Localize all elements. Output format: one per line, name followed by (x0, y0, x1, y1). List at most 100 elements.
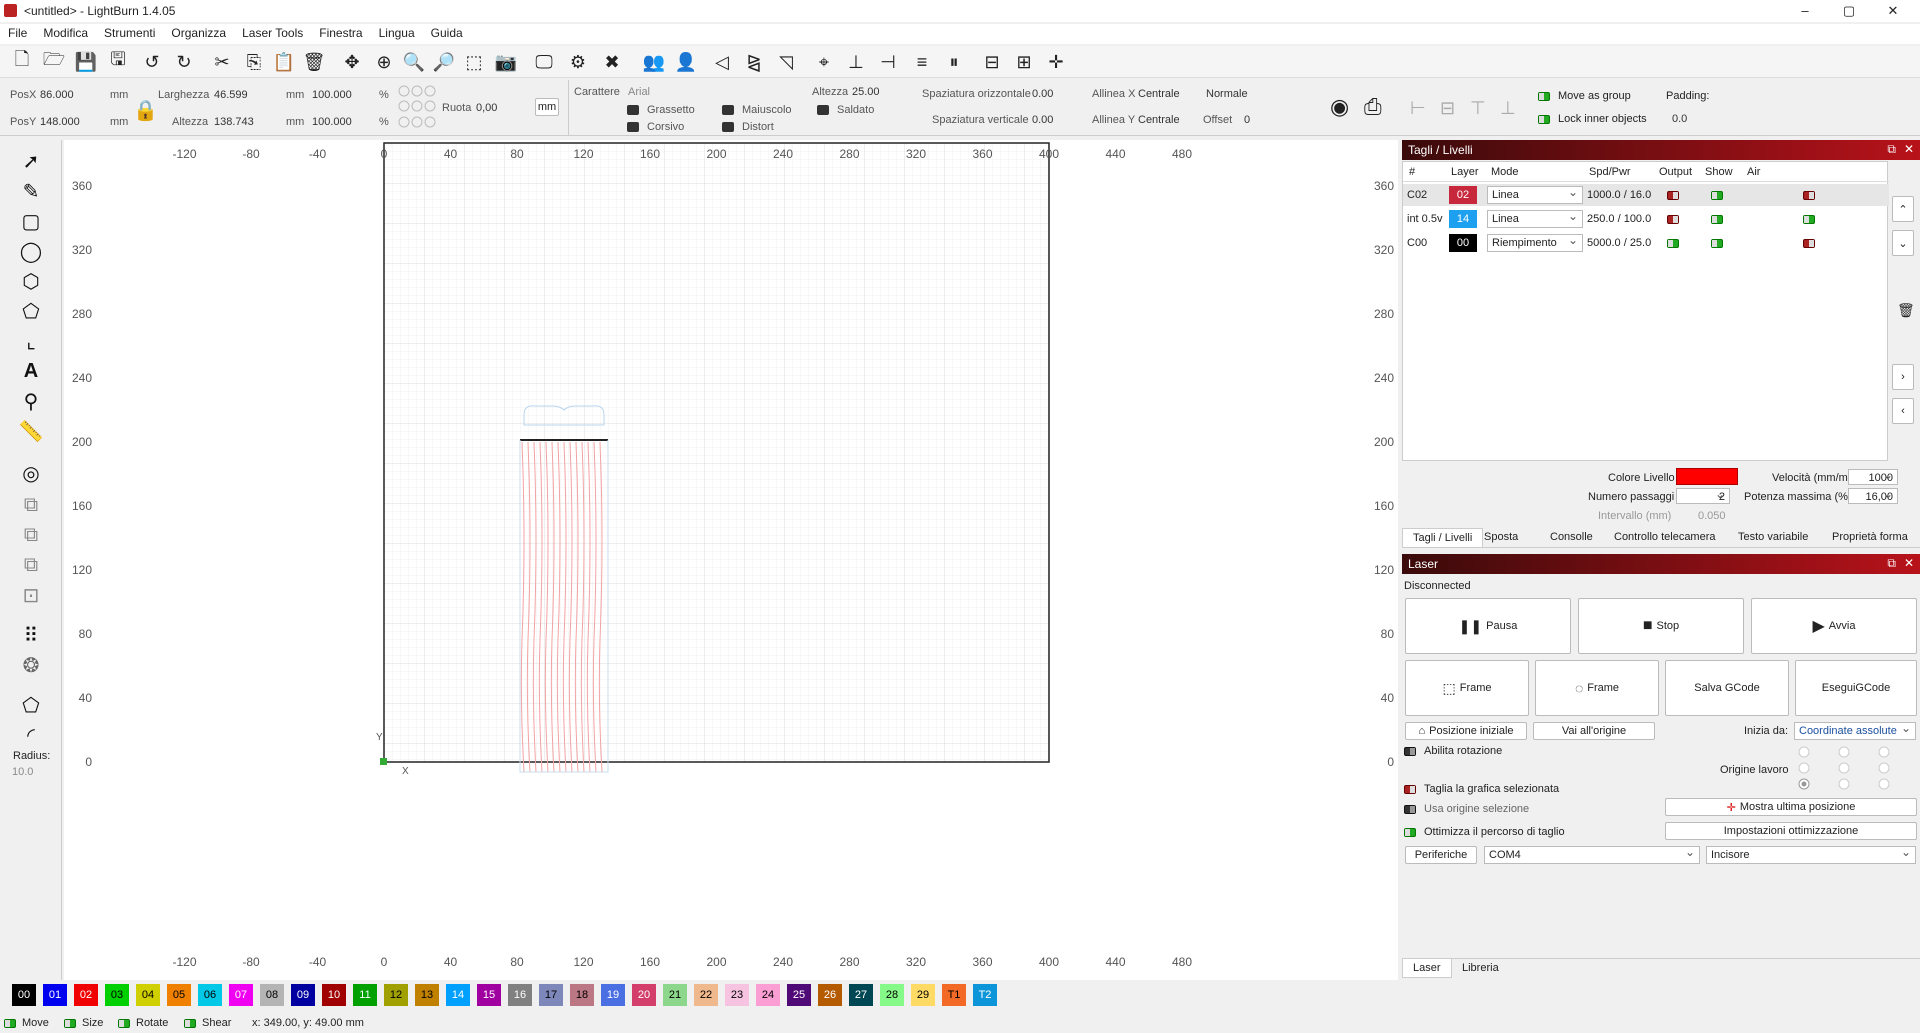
offset-input[interactable]: 0 (1244, 114, 1250, 126)
rotate-input[interactable]: 0,00 (476, 102, 497, 114)
center-icon[interactable]: ⌖ (812, 51, 836, 73)
preview-icon[interactable]: ◉ (1330, 94, 1349, 120)
palette-swatch[interactable]: 12 (384, 984, 408, 1006)
menu-language[interactable]: Lingua (371, 24, 423, 42)
align-vcenter-icon[interactable]: ⊥ (1500, 98, 1516, 119)
cut-row[interactable]: C00 00 Riempimento 5000.0 / 25.0 (1403, 232, 1889, 254)
move-group-toggle[interactable] (1538, 90, 1550, 102)
palette-swatch[interactable]: 26 (818, 984, 842, 1006)
palette-swatch[interactable]: 22 (694, 984, 718, 1006)
distort-checkbox[interactable] (722, 122, 734, 132)
zoom-fit-icon[interactable]: ⊕ (372, 51, 396, 73)
palette-swatch[interactable]: 03 (105, 984, 129, 1006)
tab-console[interactable]: Consolle (1550, 531, 1593, 543)
optimization-settings-button[interactable]: Impostazioni ottimizzazione (1665, 822, 1917, 840)
frame-tool-icon[interactable]: ⌞ (18, 328, 44, 354)
ungroup-icon[interactable]: 👤 (674, 51, 698, 73)
delete-layer-icon[interactable]: 🗑 (1897, 302, 1915, 319)
ellipse-tool-icon[interactable]: ◯ (18, 238, 44, 264)
mode-select[interactable]: Linea (1487, 185, 1583, 204)
speed-input[interactable]: 1000 (1848, 468, 1898, 485)
home-button[interactable]: ⌂ Posizione iniziale (1405, 722, 1527, 740)
distribute-h-icon[interactable]: ≡ (910, 51, 934, 73)
distribute-v-icon[interactable]: ⏸ (942, 51, 966, 73)
palette-swatch[interactable]: 14 (446, 984, 470, 1006)
tab-library[interactable]: Libreria (1462, 962, 1499, 974)
show-toggle[interactable] (1711, 189, 1723, 201)
new-file-icon[interactable]: 🗋 (10, 49, 34, 73)
float-icon[interactable]: ⧉ (1887, 142, 1896, 157)
minimize-button[interactable]: – (1782, 0, 1828, 22)
start-button[interactable]: ▶ Avvia (1751, 598, 1917, 654)
frame-rect-button[interactable]: ⬚ Frame (1405, 660, 1529, 716)
group-icon[interactable]: 👥 (642, 51, 666, 73)
space-h-icon[interactable]: ⊟ (980, 51, 1004, 73)
text-height-input[interactable]: 25.00 (852, 86, 880, 98)
zoom-in-icon[interactable]: 🔍 (402, 51, 426, 73)
camera-icon[interactable]: 📷 (494, 51, 518, 73)
italic-checkbox[interactable] (627, 122, 639, 132)
monitor-icon[interactable]: 🖵 (532, 51, 556, 73)
width-input[interactable]: 46.599 (214, 89, 248, 101)
palette-swatch[interactable]: 07 (229, 984, 253, 1006)
save-gcode-button[interactable]: Salva GCode (1665, 660, 1789, 716)
palette-swatch[interactable]: 02 (74, 984, 98, 1006)
align-top-icon[interactable]: ⊤ (1470, 98, 1486, 119)
palette-swatch[interactable]: 15 (477, 984, 501, 1006)
move-icon[interactable]: ✥ (340, 51, 364, 73)
frame-circle-button[interactable]: ◌ Frame (1535, 660, 1659, 716)
posy-input[interactable]: 148.000 (40, 116, 80, 128)
zoom-page-icon[interactable]: ⬚ (462, 51, 486, 73)
optimize-toggle[interactable] (1404, 826, 1416, 838)
radius-input[interactable]: 10.0 (12, 766, 33, 778)
menu-arrange[interactable]: Organizza (163, 24, 234, 42)
polygon-tool-icon[interactable]: ⬡ (18, 268, 44, 294)
palette-swatch[interactable]: 19 (601, 984, 625, 1006)
palette-swatch[interactable]: 00 (12, 984, 36, 1006)
device-select[interactable]: Incisore (1706, 845, 1916, 864)
palette-swatch[interactable]: 09 (291, 984, 315, 1006)
palette-swatch[interactable]: 16 (508, 984, 532, 1006)
cut-row[interactable]: C02 02 Linea 1000.0 / 16.0 (1403, 184, 1889, 206)
air-toggle[interactable] (1803, 237, 1815, 249)
lock-icon[interactable]: 🔒 (133, 98, 158, 123)
go-origin-button[interactable]: Vai all'origine (1533, 722, 1655, 740)
size-toggle[interactable] (64, 1017, 76, 1029)
measure-tool-icon[interactable]: 📏 (18, 418, 44, 444)
palette-swatch[interactable]: 05 (167, 984, 191, 1006)
aligny-select[interactable]: Centrale (1138, 114, 1180, 126)
rectangle-tool-icon[interactable]: ▢ (18, 208, 44, 234)
unit-toggle-button[interactable]: mm (535, 98, 559, 116)
mode-select[interactable]: Linea (1487, 209, 1583, 228)
tab-camera[interactable]: Controllo telecamera (1614, 531, 1716, 543)
menu-file[interactable]: File (0, 24, 35, 42)
weld-icon[interactable]: ⊡ (18, 582, 44, 608)
bold-checkbox[interactable] (627, 105, 639, 115)
output-toggle[interactable] (1667, 189, 1679, 201)
padding-input[interactable]: 0.0 (1672, 113, 1687, 125)
move-down-icon[interactable]: ⌄ (1892, 230, 1914, 256)
menu-tools[interactable]: Strumenti (96, 24, 163, 42)
palette-swatch[interactable]: 04 (136, 984, 160, 1006)
tab-move[interactable]: Sposta (1484, 531, 1518, 543)
palette-swatch[interactable]: 06 (198, 984, 222, 1006)
job-origin-grid[interactable] (1796, 746, 1896, 790)
align-hcenter-icon[interactable]: ⊟ (1440, 98, 1455, 119)
output-toggle[interactable] (1667, 213, 1679, 225)
uppercase-checkbox[interactable] (722, 105, 734, 115)
expand-right-icon[interactable]: › (1892, 364, 1914, 390)
panel-close-icon[interactable]: ✕ (1904, 142, 1914, 156)
align-center-icon[interactable]: ✛ (1044, 51, 1068, 73)
design-canvas[interactable]: -120 -80 -40 0 40 80 120 160 200 240 280 320 360 400 4… (64, 140, 1398, 980)
scale-w-input[interactable]: 100.000 (312, 89, 352, 101)
move-toggle[interactable] (4, 1017, 16, 1029)
rotary-toggle[interactable] (1404, 745, 1416, 757)
palette-swatch[interactable]: 13 (415, 984, 439, 1006)
select-tool-icon[interactable]: ➚ (18, 148, 44, 174)
align-bottom-icon[interactable]: ⊥ (844, 51, 868, 73)
alignx-select[interactable]: Centrale (1138, 88, 1180, 100)
float-icon[interactable]: ⧉ (1887, 556, 1896, 571)
mirror-v-icon[interactable]: ⧎ (742, 51, 766, 73)
passes-input[interactable]: 2 (1676, 487, 1730, 504)
maximize-button[interactable]: ▢ (1826, 0, 1872, 22)
